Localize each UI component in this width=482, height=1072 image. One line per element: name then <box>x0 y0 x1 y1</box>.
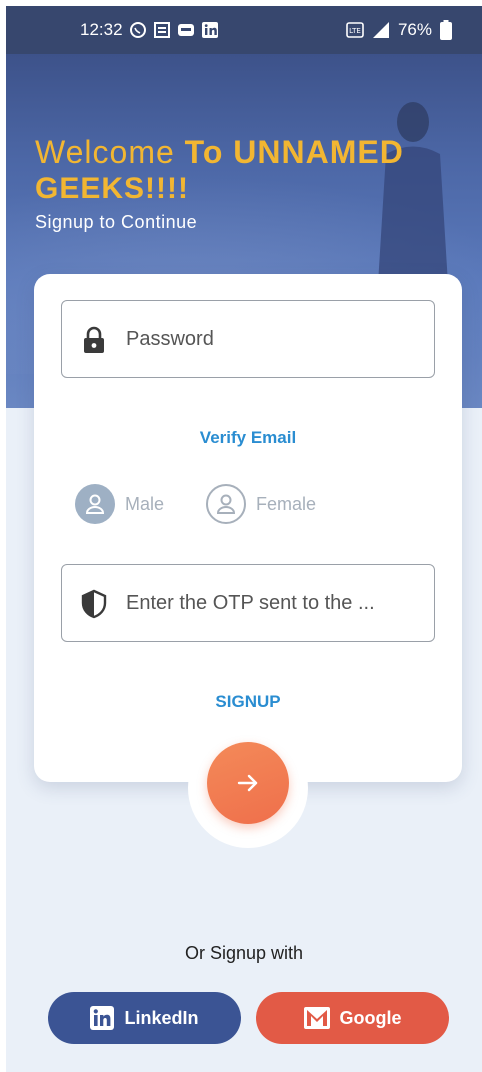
brand-line2: GEEKS!!!! <box>35 172 189 205</box>
female-label: Female <box>256 493 317 514</box>
male-radio[interactable] <box>75 484 115 524</box>
shield-icon <box>81 589 107 619</box>
gender-option-female[interactable]: Female <box>206 484 316 524</box>
linkedin-button[interactable]: LinkedIn <box>48 992 241 1044</box>
google-label: Google <box>339 1007 402 1028</box>
linkedin-status-icon <box>201 22 218 38</box>
status-time: 12:32 <box>80 20 123 39</box>
lock-icon <box>84 326 104 353</box>
password-placeholder: Password <box>126 328 214 350</box>
signup-link[interactable]: SIGNUP <box>34 692 462 712</box>
female-radio[interactable] <box>206 484 246 524</box>
welcome-word: Welcome <box>35 134 175 170</box>
signup-screen: 12:32 LTE 76% Welcome To UNNAMED GEEKS!!… <box>6 6 482 1072</box>
submit-arrow-button[interactable] <box>207 742 289 824</box>
person-icon <box>85 494 105 514</box>
svg-text:LTE: LTE <box>349 27 361 35</box>
linkedin-label: LinkedIn <box>124 1007 199 1028</box>
linkedin-icon <box>90 1006 115 1030</box>
male-label: Male <box>125 493 165 514</box>
status-bar: 12:32 LTE 76% <box>6 6 482 54</box>
arrow-right-icon <box>237 774 258 792</box>
google-button[interactable]: Google <box>256 992 449 1044</box>
message-icon <box>177 24 194 36</box>
gmail-icon <box>303 1007 330 1029</box>
volte-icon: LTE <box>346 22 364 38</box>
hero-subtitle: Signup to Continue <box>35 212 198 232</box>
signal-icon <box>372 22 389 38</box>
news-icon <box>153 22 170 38</box>
signup-card: Password Verify Email Male Female Enter … <box>34 274 462 782</box>
battery-icon <box>440 20 452 40</box>
otp-placeholder: Enter the OTP sent to the ... <box>126 592 375 614</box>
status-right: LTE 76% <box>346 20 452 40</box>
status-left: 12:32 <box>80 20 219 40</box>
welcome-title: Welcome To UNNAMED <box>35 134 404 171</box>
otp-field[interactable]: Enter the OTP sent to the ... <box>61 564 435 642</box>
brand-line1: To UNNAMED <box>184 134 404 170</box>
gender-option-male[interactable]: Male <box>75 484 164 524</box>
or-signup-with-text: Or Signup with <box>184 943 304 963</box>
verify-email-link[interactable]: Verify Email <box>34 428 462 448</box>
person-icon <box>216 494 236 514</box>
password-field[interactable]: Password <box>61 300 435 378</box>
whatsapp-icon <box>129 22 146 38</box>
battery-percent: 76% <box>397 20 432 39</box>
